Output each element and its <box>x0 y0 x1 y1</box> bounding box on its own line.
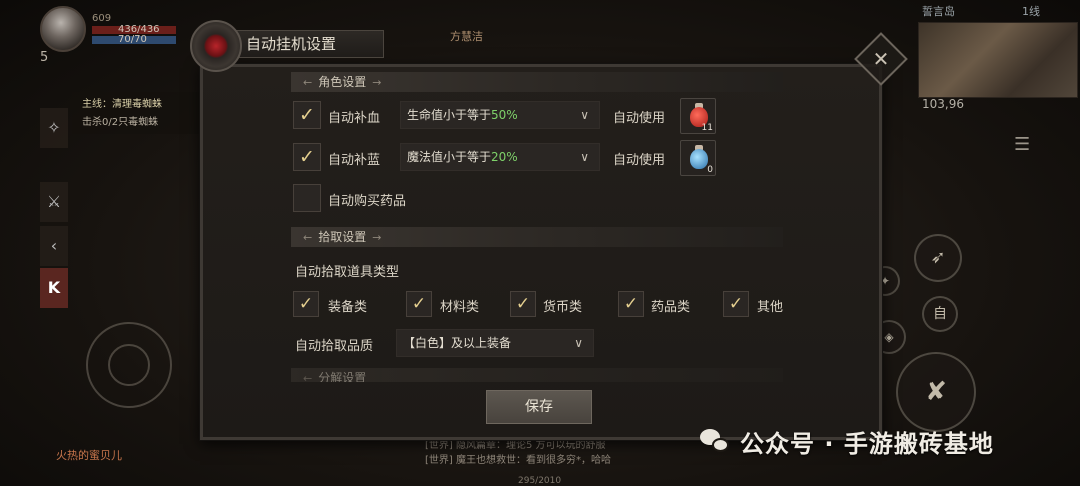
pickup-currency-checkbox[interactable]: ✓ <box>510 291 536 317</box>
mp-auto-use-label: 自动使用 <box>613 153 666 168</box>
pickup-material-checkbox[interactable]: ✓ <box>406 291 432 317</box>
close-icon: ✕ <box>872 47 890 71</box>
hp-threshold-pct: 50% <box>491 108 518 122</box>
menu-icon[interactable]: ☰ <box>1014 134 1042 155</box>
pickup-types-label: 自动拾取道具类型 <box>295 265 400 280</box>
arrow-right-icon: → <box>372 231 382 244</box>
dialog-title: 自动挂机设置 <box>232 30 384 58</box>
collapse-arrow-icon[interactable]: ‹ <box>40 226 68 266</box>
auto-buy-label: 自动购买药品 <box>328 194 407 209</box>
pickup-equipment-checkbox[interactable]: ✓ <box>293 291 319 317</box>
pickup-quality-value: 【白色】及以上装备 <box>403 336 512 350</box>
hp-potion-slot[interactable]: 11 <box>680 98 716 134</box>
hp-threshold-text: 生命值小于等于 <box>407 108 492 122</box>
wechat-icon <box>700 427 730 457</box>
auto-hp-label: 自动补血 <box>328 111 381 126</box>
chat-box[interactable]: [世界] 隐风篇章：理论5 方可以玩的舒服 [世界] 魔王也想救世：看到很多穷*… <box>425 438 611 468</box>
auto-battle-button[interactable]: 自 <box>922 296 958 332</box>
pickup-currency-label: 货币类 <box>543 300 583 315</box>
map-coordinates: 103,96 <box>922 97 964 111</box>
pickup-medicine-label: 药品类 <box>651 300 691 315</box>
arrow-left-icon: ← <box>303 372 313 382</box>
mp-threshold-pct: 20% <box>491 150 518 164</box>
exp-value: 295/2010 <box>518 476 562 486</box>
auto-mp-label: 自动补蓝 <box>328 153 381 168</box>
quest-tab-icon[interactable]: ✧ <box>40 108 68 148</box>
auto-hp-checkbox[interactable]: ✓ <box>293 101 321 129</box>
quest-progress: 击杀0/2只毒蜘蛛 <box>82 117 159 128</box>
role-settings-header: ← 角色设置 → <box>291 72 783 92</box>
server-line[interactable]: 1线 <box>1022 3 1040 19</box>
mp-value: 70/70 <box>118 34 147 45</box>
pickup-quality-label: 自动拾取品质 <box>295 339 374 354</box>
decompose-settings-header: ← 分解设置 <box>291 368 783 382</box>
target-name: 方慧洁 <box>450 30 483 43</box>
sword-tab-icon[interactable]: ⚔ <box>40 182 68 222</box>
arrow-left-icon: ← <box>303 76 313 89</box>
pickup-medicine-checkbox[interactable]: ✓ <box>618 291 644 317</box>
game-logo-icon[interactable]: K <box>40 268 68 308</box>
hp-auto-use-label: 自动使用 <box>613 111 666 126</box>
player-name: 火热的蜜贝儿 <box>56 449 122 462</box>
arrow-right-icon: → <box>372 76 382 89</box>
auto-mp-checkbox[interactable]: ✓ <box>293 143 321 171</box>
main-attack-icon[interactable]: ✘ <box>896 352 976 432</box>
joystick-knob[interactable] <box>108 344 150 386</box>
chevron-down-icon: ∨ <box>580 150 589 164</box>
mp-potion-count: 0 <box>707 165 713 175</box>
pickup-other-checkbox[interactable]: ✓ <box>723 291 749 317</box>
scroll-area-fade: ← 分解设置 <box>291 366 783 382</box>
pickup-settings-header: ← 拾取设置 → <box>291 227 783 247</box>
chevron-down-icon: ∨ <box>580 108 589 122</box>
hp-threshold-select[interactable]: 生命值小于等于50% ∨ <box>400 101 600 129</box>
chat-line: [世界] 魔王也想救世：看到很多穷*，哈哈 <box>425 455 611 466</box>
skill-slash-icon[interactable]: ➶ <box>914 234 962 282</box>
player-avatar[interactable] <box>40 6 86 52</box>
hp-potion-count: 11 <box>701 123 713 133</box>
map-name: 誓言岛 <box>922 5 955 18</box>
title-gem-icon <box>190 20 242 72</box>
pickup-equipment-label: 装备类 <box>328 300 368 315</box>
quest-title: 主线：清理毒蜘蛛 <box>82 99 162 110</box>
mp-threshold-select[interactable]: 魔法值小于等于20% ∨ <box>400 143 600 171</box>
arrow-left-icon: ← <box>303 231 313 244</box>
combat-power: 609 <box>92 13 112 24</box>
section-title: 分解设置 <box>318 371 367 382</box>
auto-buy-checkbox[interactable] <box>293 184 321 212</box>
mp-threshold-text: 魔法值小于等于 <box>407 150 492 164</box>
minimap[interactable] <box>918 22 1078 98</box>
blue-potion-icon <box>690 149 708 169</box>
pickup-quality-select[interactable]: 【白色】及以上装备 ∨ <box>396 329 594 357</box>
chevron-down-icon: ∨ <box>574 336 583 350</box>
save-button[interactable]: 保存 <box>486 390 592 424</box>
section-title: 拾取设置 <box>318 230 367 244</box>
watermark-text: 公众号 · 手游搬砖基地 <box>740 430 994 458</box>
pickup-other-label: 其他 <box>757 300 784 315</box>
chat-line: [世界] 隐风篇章：理论5 方可以玩的舒服 <box>425 440 606 451</box>
mp-potion-slot[interactable]: 0 <box>680 140 716 176</box>
quest-tracker[interactable]: 主线：清理毒蜘蛛 击杀0/2只毒蜘蛛 <box>72 92 212 134</box>
section-title: 角色设置 <box>318 75 367 89</box>
pickup-material-label: 材料类 <box>440 300 480 315</box>
player-level: 5 <box>40 50 49 65</box>
watermark: 公众号 · 手游搬砖基地 <box>700 424 994 459</box>
